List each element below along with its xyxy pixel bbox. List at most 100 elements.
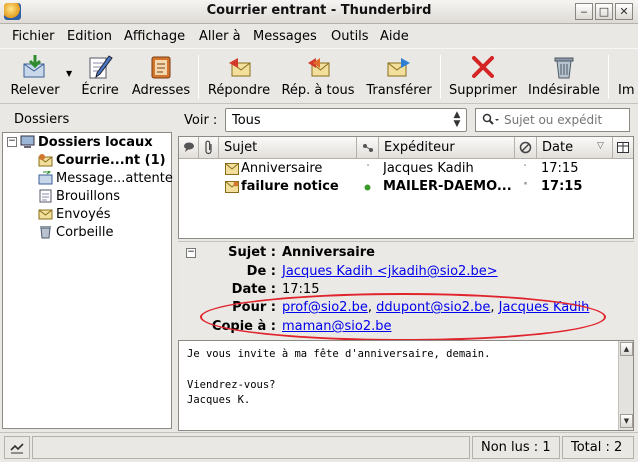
search-input[interactable] <box>504 112 628 128</box>
toolbar-separator <box>608 55 609 99</box>
address-book-icon <box>151 56 171 79</box>
menu-aide[interactable]: Aide <box>380 29 409 44</box>
col-subject-label: Sujet <box>224 140 258 155</box>
message-row[interactable]: Anniversaire · Jacques Kadih · 17:15 <box>179 159 633 178</box>
col-junk[interactable] <box>515 137 537 159</box>
collapse-toggle-icon[interactable]: − <box>7 137 17 147</box>
read-dot-icon[interactable]: · <box>366 159 370 174</box>
status-bar: Non lus : 1 Total : 2 <box>0 432 638 462</box>
get-mail-dropdown-icon[interactable]: ▼ <box>66 69 72 78</box>
forward-icon <box>387 58 410 77</box>
thread-icon <box>184 142 194 152</box>
minimize-button[interactable]: ‒ <box>575 3 593 20</box>
body-scrollbar[interactable]: ▲ ▼ <box>618 341 633 430</box>
view-select[interactable]: Tous ▲ ▼ <box>225 108 467 132</box>
unread-dot-icon[interactable] <box>364 184 371 191</box>
col-sender[interactable]: Expéditeur <box>379 137 515 159</box>
menu-aller-a[interactable]: Aller à <box>199 29 241 44</box>
sort-ascending-icon: ▽ <box>597 141 604 151</box>
message-subject: failure notice <box>241 179 339 194</box>
folder-label: Brouillons <box>56 189 120 204</box>
reply-all-label: Rép. à tous <box>281 83 355 98</box>
address-book-button[interactable]: Adresses <box>130 52 192 102</box>
reply-all-button[interactable]: Rép. à tous <box>280 52 356 102</box>
status-message <box>32 436 470 459</box>
write-button[interactable]: Écrire <box>78 52 122 102</box>
title-bar: Courrier entrant - Thunderbird ‒ □ ✕ <box>0 0 638 24</box>
toolbar-overflow-label[interactable]: Im <box>618 83 638 98</box>
scroll-down-icon[interactable]: ▼ <box>620 414 633 428</box>
message-unread-icon <box>225 181 239 193</box>
junk-status-icon <box>519 141 532 154</box>
drafts-icon <box>39 189 52 203</box>
close-button[interactable]: ✕ <box>615 3 633 20</box>
sent-icon <box>38 209 53 220</box>
message-row-unread[interactable]: failure notice MAILER-DAEMO... · 17:15 <box>179 177 633 196</box>
junk-dot-icon[interactable]: · <box>523 177 528 192</box>
menu-outils[interactable]: Outils <box>331 29 369 44</box>
column-picker-icon <box>617 142 629 153</box>
get-mail-button[interactable]: Relever <box>6 52 64 102</box>
col-sender-label: Expéditeur <box>384 140 455 155</box>
menu-affichage[interactable]: Affichage <box>124 29 185 44</box>
message-sender: Jacques Kadih <box>383 161 474 176</box>
attachment-icon <box>205 140 212 155</box>
reply-label: Répondre <box>207 83 271 98</box>
folder-pane-title: Dossiers <box>14 112 70 127</box>
forward-label: Transférer <box>366 83 432 98</box>
reply-button[interactable]: Répondre <box>204 52 274 102</box>
maximize-button[interactable]: □ <box>595 3 613 20</box>
inbox-icon <box>38 154 53 167</box>
junk-button[interactable]: Indésirable <box>526 52 602 102</box>
online-status[interactable] <box>4 436 30 459</box>
reply-all-icon <box>308 58 330 77</box>
select-arrows-icon: ▲ ▼ <box>453 110 461 129</box>
thunderbird-window: Courrier entrant - Thunderbird ‒ □ ✕ Fic… <box>0 0 638 462</box>
main-toolbar: Relever ▼ Écrire Adresses Répondre Rép. … <box>0 48 638 104</box>
menu-fichier[interactable]: Fichier <box>12 29 55 44</box>
search-box[interactable] <box>475 108 630 132</box>
menu-messages[interactable]: Messages <box>253 29 317 44</box>
read-status-icon <box>363 144 373 152</box>
col-date-label: Date <box>542 140 574 155</box>
get-mail-icon <box>23 55 45 78</box>
col-subject[interactable]: Sujet <box>219 137 357 159</box>
col-read[interactable] <box>357 137 379 159</box>
highlight-ellipse <box>200 293 606 341</box>
header-from-link[interactable]: Jacques Kadih <jkadih@sio2.be> <box>282 264 498 279</box>
junk-dot-icon[interactable]: · <box>523 159 527 174</box>
delete-button[interactable]: Supprimer <box>446 52 520 102</box>
address-book-label: Adresses <box>131 83 191 98</box>
trash-icon <box>40 226 51 239</box>
write-label: Écrire <box>81 83 119 98</box>
message-date: 17:15 <box>541 161 579 176</box>
folder-label: Corbeille <box>56 225 114 240</box>
col-date[interactable]: Date ▽ <box>537 137 613 159</box>
message-subject: Anniversaire <box>241 161 323 176</box>
computer-icon <box>20 135 35 148</box>
outbox-icon <box>38 171 53 185</box>
folder-tree: − Dossiers locaux Courrie...nt (1) Messa… <box>2 132 173 429</box>
junk-icon <box>554 57 574 79</box>
column-picker[interactable] <box>613 137 633 159</box>
message-body-pane: Je vous invite à ma fête d'anniversaire,… <box>178 340 634 431</box>
menu-edition[interactable]: Edition <box>67 29 112 44</box>
scroll-up-icon[interactable]: ▲ <box>620 342 633 356</box>
message-sender: MAILER-DAEMO... <box>383 179 512 194</box>
unread-count: Non lus : 1 <box>472 436 560 459</box>
header-subject-value: Anniversaire <box>282 245 375 260</box>
col-attachment[interactable] <box>199 137 219 159</box>
folder-label: Envoyés <box>56 207 111 222</box>
search-icon[interactable] <box>482 113 500 127</box>
message-read-icon <box>225 163 239 175</box>
get-mail-label: Relever <box>10 83 60 98</box>
toolbar-separator <box>440 55 441 99</box>
write-icon <box>89 55 113 79</box>
message-date: 17:15 <box>541 179 583 194</box>
total-count: Total : 2 <box>562 436 634 459</box>
menu-bar: Fichier Edition Affichage Aller à Messag… <box>0 25 638 47</box>
col-thread[interactable] <box>179 137 199 159</box>
forward-button[interactable]: Transférer <box>364 52 434 102</box>
body-line: Jacques K. <box>187 394 251 406</box>
reply-icon <box>229 58 251 77</box>
